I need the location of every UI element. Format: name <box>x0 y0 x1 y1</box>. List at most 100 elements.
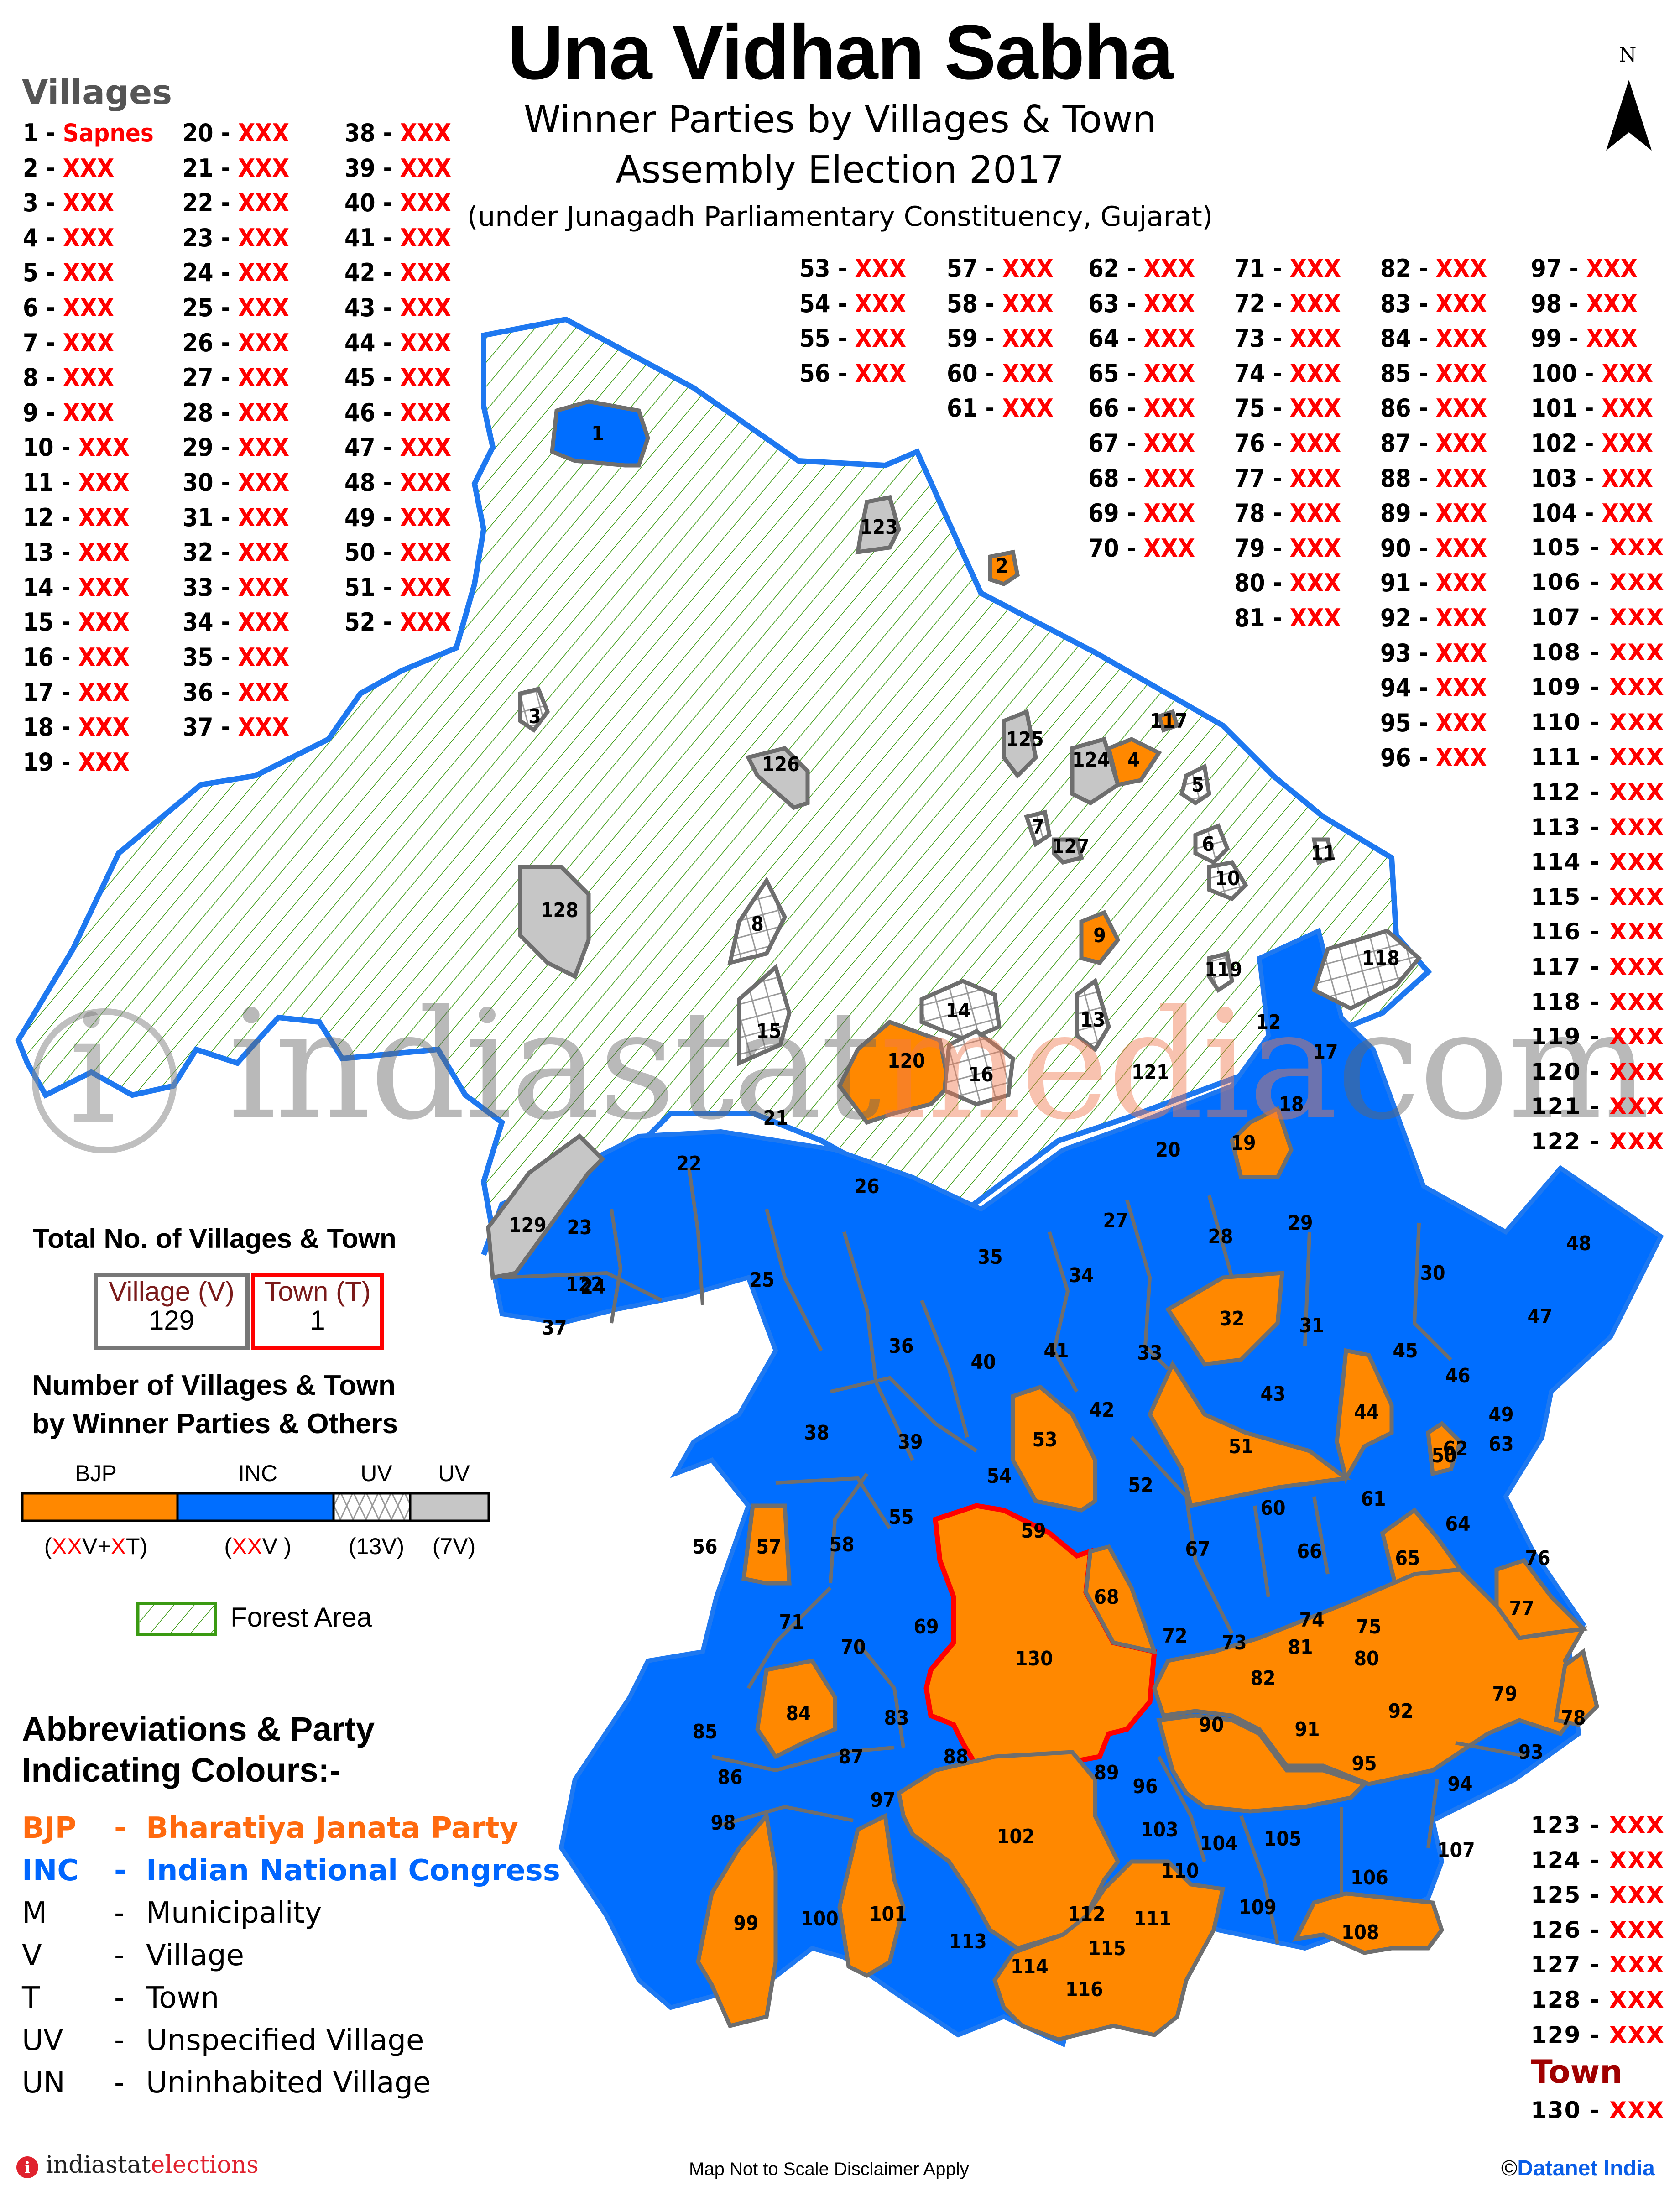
village-name: XXX <box>1609 1093 1665 1120</box>
village-name: XXX <box>1002 359 1054 388</box>
village-name: XXX <box>1289 254 1341 283</box>
village-name: XXX <box>1609 814 1665 840</box>
village-list-item: 36 - XXX <box>183 680 289 705</box>
village-list-item: 23 - XXX <box>183 225 289 250</box>
watermark: indiastatmediacom <box>228 990 1650 1141</box>
abbreviation-code: BJP <box>22 1811 77 1845</box>
village-number: 96 - <box>1380 743 1436 772</box>
village-name: XXX <box>1609 1023 1665 1050</box>
village-name: XXX <box>1609 674 1665 701</box>
village-name: XXX <box>1435 673 1487 703</box>
village-number: 57 - <box>947 254 1002 283</box>
abbreviation-code: INC <box>22 1854 79 1888</box>
village-list-item: 59 - XXX <box>947 326 1054 351</box>
map-region-label: 26 <box>854 1175 880 1198</box>
village-list-item: 91 - XXX <box>1380 571 1487 595</box>
map-region-label: 84 <box>786 1702 811 1725</box>
map-region-label: 39 <box>897 1430 923 1454</box>
village-name: XXX <box>1435 533 1487 563</box>
map-region-label: 101 <box>869 1903 907 1926</box>
village-name: XXX <box>1289 394 1341 423</box>
village-number: 69 - <box>1088 499 1144 528</box>
village-list-item: 35 - XXX <box>183 645 289 670</box>
map-region-label: 30 <box>1420 1262 1445 1285</box>
village-name: XXX <box>1435 394 1487 423</box>
village-number: 116 - <box>1531 918 1609 945</box>
village-name: XXX <box>1609 2021 1665 2048</box>
village-number: 103 - <box>1531 464 1602 493</box>
village-number: 42 - <box>344 258 400 287</box>
village-list-item: 71 - XXX <box>1234 256 1341 281</box>
town-count-label: Town (T) <box>264 1276 371 1307</box>
map-region-label: 124 <box>1072 748 1110 772</box>
village-number: 10 - <box>23 433 78 462</box>
village-name: XXX <box>1143 324 1195 353</box>
village-number: 19 - <box>23 747 78 777</box>
village-count-label: Village (V) <box>109 1276 235 1307</box>
map-region-label: 55 <box>888 1506 914 1529</box>
village-list-item: 113 - XXX <box>1531 816 1665 839</box>
map-region-label: 76 <box>1525 1547 1550 1570</box>
village-list-item: 127 - XXX <box>1531 1953 1665 1976</box>
village-list-item: 21 - XXX <box>183 156 289 181</box>
village-list-item: 105 - XXX <box>1531 536 1665 559</box>
map-region-label: 111 <box>1134 1907 1172 1930</box>
village-name: XXX <box>1586 324 1638 353</box>
map-region-label: 118 <box>1362 947 1400 970</box>
village-number: 123 - <box>1531 1812 1609 1838</box>
abbreviation-meaning: Village <box>146 1939 244 1972</box>
village-list-item: 125 - XXX <box>1531 1883 1665 1906</box>
map-region-label: 60 <box>1260 1497 1286 1520</box>
village-name: XXX <box>238 608 289 637</box>
indiastat-logo-icon: i <box>16 2156 38 2178</box>
village-name: XXX <box>1602 464 1653 493</box>
bar-segment-inc <box>176 1492 335 1522</box>
map-region-label: 95 <box>1351 1752 1377 1775</box>
map-region-label: 87 <box>838 1745 864 1768</box>
map-region-label: 88 <box>943 1745 969 1768</box>
village-list-item: 37 - XXX <box>183 715 289 740</box>
village-number: 114 - <box>1531 849 1609 876</box>
village-list-item: 19 - XXX <box>23 750 130 775</box>
village-number: 3 - <box>23 188 63 218</box>
village-number: 34 - <box>183 608 238 637</box>
village-name: XXX <box>238 468 289 497</box>
forest-legend-swatch-icon <box>136 1602 217 1636</box>
village-number: 79 - <box>1234 533 1290 563</box>
village-list-item: 78 - XXX <box>1234 501 1341 526</box>
map-region-label: 117 <box>1150 709 1188 733</box>
map-region-label: 13 <box>1080 1008 1106 1032</box>
village-number: 26 - <box>183 328 238 357</box>
village-number: 24 - <box>183 258 238 287</box>
abbreviation-meaning: Uninhabited Village <box>146 2066 431 2100</box>
map-region-label: 105 <box>1264 1827 1302 1851</box>
village-list-item: 99 - XXX <box>1531 326 1638 351</box>
village-number: 126 - <box>1531 1916 1609 1943</box>
watermark-i: i <box>68 982 117 1158</box>
village-number: 101 - <box>1531 394 1602 423</box>
village-number: 61 - <box>947 394 1002 423</box>
village-list-item: 2 - XXX <box>23 156 114 181</box>
village-number: 102 - <box>1531 429 1602 458</box>
village-name: XXX <box>400 363 451 392</box>
village-name: XXX <box>400 119 451 147</box>
village-list-item: 108 - XXX <box>1531 641 1665 664</box>
map-region-label: 75 <box>1356 1615 1382 1638</box>
bar-count-uv-hatch: (13V) <box>348 1534 405 1559</box>
village-number: 95 - <box>1380 708 1436 737</box>
village-list-item: 95 - XXX <box>1380 708 1487 737</box>
map-region-label: 79 <box>1492 1682 1518 1706</box>
map-region-label: 86 <box>717 1766 743 1789</box>
village-number: 25 - <box>183 293 238 322</box>
village-number: 117 - <box>1531 954 1609 980</box>
village-number: 67 - <box>1088 429 1144 458</box>
village-number: 53 - <box>799 254 855 283</box>
map-region-label: 2 <box>996 554 1008 578</box>
north-arrow-icon <box>1606 80 1652 151</box>
village-name: XXX <box>1002 324 1054 353</box>
map-region-label: 54 <box>986 1465 1012 1488</box>
village-number: 97 - <box>1531 254 1586 283</box>
village-number: 124 - <box>1531 1847 1609 1873</box>
village-name: XXX <box>400 328 451 357</box>
map-region-label: 27 <box>1103 1209 1128 1232</box>
